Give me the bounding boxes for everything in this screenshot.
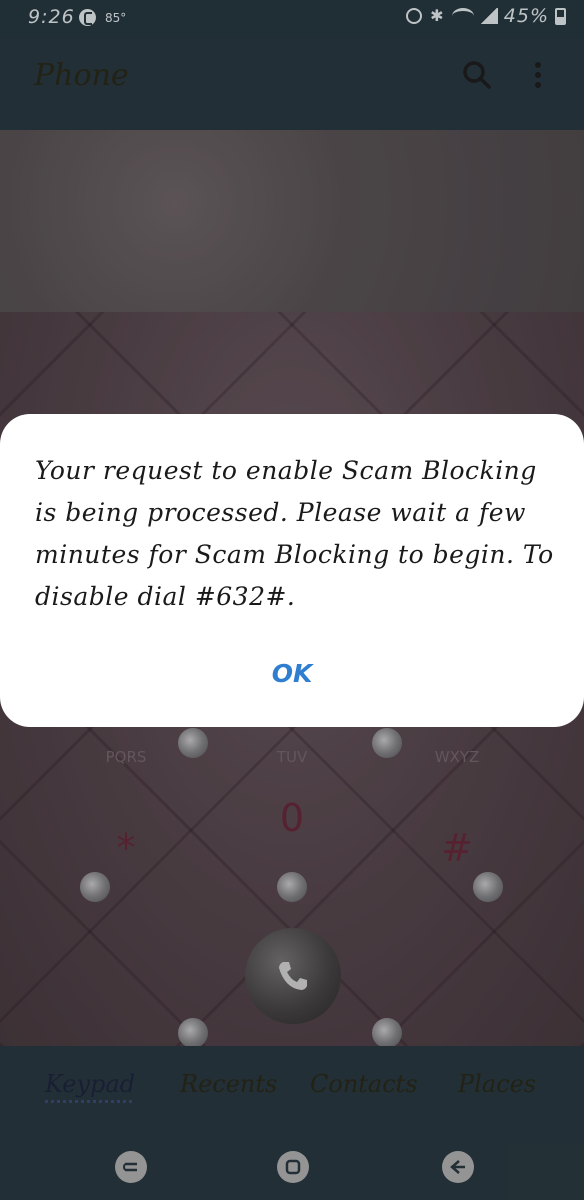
dialog-message: Your request to enable Scam Blocking is …: [35, 456, 554, 611]
scam-blocking-dialog: Your request to enable Scam Blocking is …: [0, 414, 584, 727]
ok-button[interactable]: OK: [252, 654, 332, 694]
